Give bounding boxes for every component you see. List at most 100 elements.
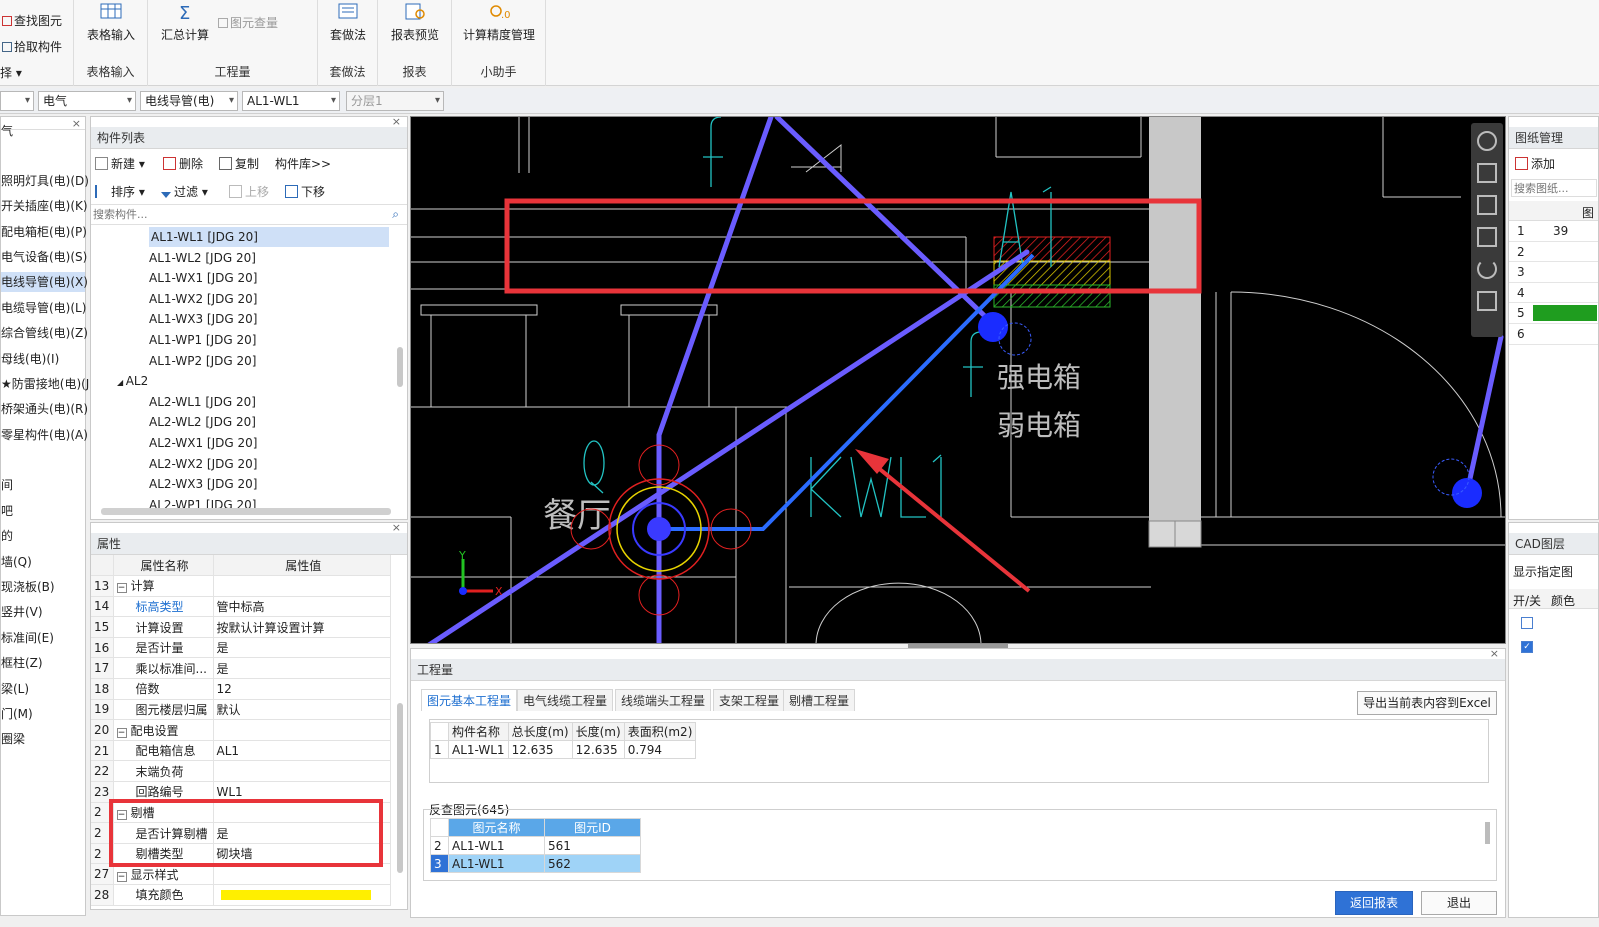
property-row[interactable]: 13− 计算 — [91, 575, 391, 597]
tree-item[interactable]: AL2-WX3 [JDG 20] — [149, 474, 257, 494]
exit-button[interactable]: 退出 — [1421, 891, 1497, 915]
nav-item[interactable]: 门(M) — [1, 704, 85, 724]
quantity-row[interactable]: 1 AL1-WL1 12.635 12.635 0.794 — [430, 740, 697, 759]
nav-item[interactable]: 框柱(Z) — [1, 653, 85, 673]
delete-button[interactable]: 删除 — [163, 155, 203, 172]
property-row[interactable]: 17 乘以标准间... 是 — [91, 657, 391, 680]
nav-item[interactable]: 电缆导管(电)(L) — [1, 298, 86, 318]
sort-button[interactable]: 排序 ▾ — [95, 183, 145, 200]
quantity-tab[interactable]: 剔槽工程量 — [783, 689, 856, 711]
quantity-tab[interactable]: 支架工程量 — [713, 689, 786, 711]
reverse-row[interactable]: 3 AL1-WL1 562 — [430, 854, 641, 873]
property-row[interactable]: 16 是否计量是 — [91, 637, 391, 659]
property-value[interactable] — [213, 575, 391, 597]
cad-canvas[interactable]: 强电箱 弱电箱 餐厅 Y X — [410, 116, 1506, 644]
summary-calc-button[interactable]: Σ 汇总计算 — [154, 2, 216, 43]
quantity-col-header[interactable]: 长度(m) — [571, 722, 625, 741]
discipline-combo[interactable]: 电气 — [38, 91, 136, 111]
nav-item[interactable]: 气 — [1, 121, 85, 141]
fill-color-swatch[interactable] — [220, 889, 371, 900]
collapse-icon[interactable]: − — [116, 583, 127, 594]
layer-toggle-1[interactable] — [1521, 617, 1533, 629]
reverse-row[interactable]: 2 AL1-WL1 561 — [430, 836, 641, 855]
precision-manage-button[interactable]: .0 计算精度管理 — [456, 2, 542, 43]
nav-item[interactable]: 标准间(E) — [1, 628, 85, 648]
reverse-scrollbar[interactable] — [1485, 822, 1490, 844]
expand-icon[interactable]: ◢ — [117, 378, 126, 387]
export-excel-button[interactable]: 导出当前表内容到Excel — [1357, 691, 1497, 715]
property-row[interactable]: 21 配电箱信息 AL1 — [91, 740, 391, 762]
reverse-col-header[interactable]: 图元名称 — [448, 818, 545, 837]
filter-button[interactable]: 过滤 ▾ — [161, 183, 208, 200]
component-hscrollbar[interactable] — [101, 508, 391, 515]
select-dropdown[interactable]: 择 ▾ — [0, 64, 22, 81]
property-row[interactable]: 15 计算设置 按默认计算设置计算 — [91, 616, 391, 638]
table-input-button[interactable]: 表格输入 — [80, 2, 142, 43]
nav-item[interactable]: 配电箱柜(电)(P) — [1, 222, 87, 242]
component-library-button[interactable]: 构件库>> — [275, 155, 331, 172]
tree-item[interactable]: AL2-WX1 [JDG 20] — [149, 433, 257, 453]
search-icon[interactable]: ⌕ — [392, 207, 399, 222]
property-row[interactable]: 20− 配电设置 — [91, 719, 391, 741]
move-down-button[interactable]: 下移 — [285, 183, 325, 200]
grid-view-icon[interactable] — [1477, 291, 1497, 311]
property-value[interactable] — [213, 719, 391, 741]
tree-item[interactable]: AL1-WL2 [JDG 20] — [149, 248, 256, 268]
drawing-row[interactable]: 2 — [1509, 242, 1598, 263]
component-search-input[interactable] — [91, 206, 381, 223]
element-query-button[interactable]: 图元查量 — [218, 14, 278, 31]
nav-item[interactable]: ★防雷接地(电)(J — [1, 374, 89, 394]
drawing-search-input[interactable] — [1511, 179, 1597, 197]
nav-item[interactable]: 零星构件(电)(A) — [1, 425, 88, 445]
layer-combo[interactable]: 分层1 — [346, 91, 444, 111]
quantity-col-header[interactable]: 构件名称 — [448, 722, 509, 741]
find-element-button[interactable]: 查找图元 — [2, 12, 62, 29]
quantity-tab[interactable]: 线缆端头工程量 — [615, 689, 712, 711]
layer-toggle-2[interactable]: ✓ — [1521, 641, 1533, 653]
tree-item[interactable]: AL2-WL2 [JDG 20] — [149, 412, 256, 432]
rotate-icon[interactable] — [1477, 259, 1497, 279]
tree-item[interactable]: AL2-WX2 [JDG 20] — [149, 454, 257, 474]
component-combo[interactable]: AL1-WL1 — [242, 91, 340, 111]
floor-combo[interactable] — [0, 91, 34, 111]
tree-item[interactable]: AL2-WL1 [JDG 20] — [149, 392, 256, 412]
quantity-tab[interactable]: 电气线缆工程量 — [517, 689, 614, 711]
property-row[interactable]: 28 填充颜色 — [91, 884, 391, 906]
tree-item[interactable]: AL1-WX2 [JDG 20] — [149, 289, 257, 309]
nav-item[interactable]: 梁(L) — [1, 679, 85, 699]
nav-item[interactable]: 照明灯具(电)(D) — [1, 171, 89, 191]
property-row[interactable]: 14 标高类型 管中标高 — [91, 596, 391, 618]
property-value[interactable]: 管中标高 — [213, 596, 391, 618]
nav-item[interactable]: 竖井(V) — [1, 602, 85, 622]
drawing-row[interactable]: 3 — [1509, 262, 1598, 283]
drawing-row[interactable]: 5 — [1509, 303, 1598, 324]
property-value[interactable]: 默认 — [213, 699, 391, 721]
component-scrollbar[interactable] — [397, 347, 403, 387]
tree-item[interactable]: AL1-WP1 [JDG 20] — [149, 330, 256, 350]
tree-item[interactable]: AL1-WX1 [JDG 20] — [149, 268, 257, 288]
nav-item[interactable]: 墙(Q) — [1, 552, 85, 572]
collapse-icon[interactable]: − — [116, 727, 127, 738]
collapse-icon[interactable]: − — [116, 871, 127, 882]
nav-item[interactable]: 母线(电)(I) — [1, 349, 85, 369]
add-drawing-button[interactable]: 添加 — [1515, 155, 1555, 172]
nav-item[interactable]: 的 — [1, 526, 85, 546]
tree-item[interactable]: AL1-WX3 [JDG 20] — [149, 309, 257, 329]
move-up-button[interactable]: 上移 — [229, 183, 269, 200]
type-combo[interactable]: 电线导管(电) — [140, 91, 238, 111]
property-value[interactable]: 是 — [213, 637, 391, 659]
copy-button[interactable]: 复制 — [219, 155, 259, 172]
return-report-button[interactable]: 返回报表 — [1335, 891, 1413, 915]
view-3d-icon[interactable] — [1477, 163, 1497, 183]
properties-scrollbar[interactable] — [397, 703, 403, 873]
tree-item[interactable]: AL1-WL1 [JDG 20] — [149, 227, 389, 247]
property-row[interactable]: 19 图元楼层归属 默认 — [91, 699, 391, 721]
drawing-row[interactable]: 6 — [1509, 324, 1598, 345]
drawing-row[interactable]: 4 — [1509, 283, 1598, 304]
pick-component-button[interactable]: 拾取构件 — [2, 38, 62, 55]
property-value[interactable]: 12 — [213, 678, 391, 700]
quantity-col-header[interactable]: 总长度(m) — [507, 722, 573, 741]
drawing-row[interactable]: 1 39 — [1509, 221, 1598, 242]
nav-item[interactable]: 间 — [1, 475, 85, 495]
nav-item[interactable]: 圈梁 — [1, 729, 85, 749]
